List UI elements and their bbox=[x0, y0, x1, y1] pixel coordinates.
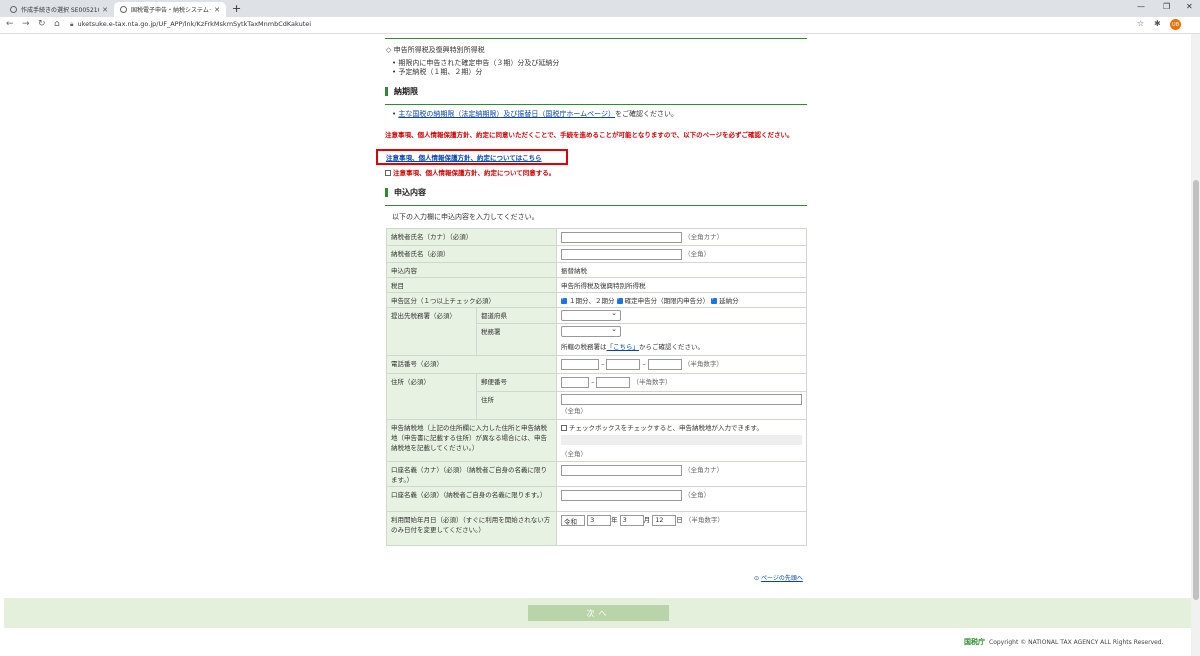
forward-icon[interactable]: → bbox=[22, 19, 30, 29]
phone-input-1[interactable] bbox=[561, 358, 599, 370]
row-tax-item: 税目 申告所得税及復興特別所得税 bbox=[386, 277, 807, 293]
minimize-icon[interactable]: — bbox=[1137, 2, 1145, 11]
row-acct: 口座名義（必須）（納税者ご自身の名義に限ります。） （全角） bbox=[386, 486, 807, 512]
tax-place-input bbox=[561, 435, 802, 445]
reload-icon[interactable]: ↻ bbox=[38, 19, 46, 29]
url-field[interactable]: 🔒︎ uketsuke.e-tax.nta.go.jp/UF_APP/lnk/Kz… bbox=[70, 20, 311, 29]
phone-input-3[interactable] bbox=[647, 358, 682, 370]
divider bbox=[385, 104, 807, 105]
prefecture-select[interactable] bbox=[561, 309, 621, 321]
next-button[interactable]: 次へ bbox=[528, 605, 669, 621]
bullet-2: • 予定納税（１期、２期）分 bbox=[392, 68, 483, 76]
row-phone: 電話番号（必須） – – （半角数字） bbox=[386, 355, 807, 374]
back-icon[interactable]: ← bbox=[6, 19, 14, 29]
browser-tab-2[interactable]: 国税電子申告・納税システム－SUP✕ bbox=[114, 2, 226, 17]
postal-input-2[interactable] bbox=[596, 376, 631, 388]
browser-tab-1[interactable]: 作成手続きの選択 SE005210 国税✕ bbox=[4, 2, 114, 17]
tax-item-line: ◇ 申告所得税及復興特別所得税 bbox=[386, 46, 485, 54]
scrollbar-thumb[interactable] bbox=[1193, 180, 1199, 600]
postal-input-1[interactable] bbox=[561, 376, 589, 388]
row-kana-name: 納税者氏名（カナ）（必須） （全角カナ） bbox=[386, 228, 807, 246]
address-bar: ← → ↻ ⌂ 🔒︎ uketsuke.e-tax.nta.go.jp/UF_AP… bbox=[0, 17, 1200, 34]
address-input[interactable] bbox=[561, 394, 802, 405]
notice-link[interactable]: 注意事項、個人情報保護方針、約定についてはこちら bbox=[386, 152, 542, 162]
name-input[interactable] bbox=[561, 248, 682, 260]
row-content: 申込内容 振替納税 bbox=[386, 262, 807, 278]
instruction: 以下の入力欄に申込内容を入力してください。 bbox=[392, 213, 539, 221]
row-tax-place: 申告納税地（上記の住所欄に入力した住所と申告納税地（申告書に記載する住所）が異な… bbox=[386, 419, 807, 462]
close-window-icon[interactable]: ✕ bbox=[1186, 2, 1193, 11]
office-lookup-link[interactable]: 「こちら」 bbox=[607, 343, 640, 351]
application-form: 納税者氏名（カナ）（必須） （全角カナ） 納税者氏名（必須） （全角） 申込内容… bbox=[386, 228, 807, 546]
tab-bar: 作成手続きの選択 SE005210 国税✕ 国税電子申告・納税システム－SUP✕… bbox=[0, 0, 1200, 17]
extensions-icon[interactable]: ✱ bbox=[1154, 19, 1161, 28]
category-checkbox-2[interactable] bbox=[616, 296, 623, 304]
globe-icon bbox=[120, 6, 127, 13]
row-category: 申告区分（１つ以上チェック必須） １期分、２期分 確定申告分（期限内申告分） 延… bbox=[386, 292, 807, 308]
divider bbox=[385, 38, 807, 39]
era-select[interactable]: 令和 bbox=[561, 514, 585, 526]
notice-text: 注意事項、個人情報保護方針、約定に同意いただくことで、手続を進めることが可能とな… bbox=[385, 131, 794, 139]
copyright: 国税庁 Copyright © NATIONAL TAX AGENCY ALL R… bbox=[964, 638, 1164, 646]
close-tab-icon[interactable]: ✕ bbox=[214, 6, 220, 14]
kana-name-input[interactable] bbox=[561, 231, 682, 243]
row-postal: 住所（必須） 郵便番号 – （半角数字） bbox=[386, 373, 807, 420]
agree-checkbox-row[interactable]: 注意事項、個人情報保護方針、約定について同意する。 bbox=[385, 167, 555, 177]
nta-logo: 国税庁 bbox=[964, 638, 985, 646]
deadline-link[interactable]: 主な国税の納期限（法定納期限）及び振替日（国税庁ホームページ） bbox=[398, 110, 615, 118]
account-name-input[interactable] bbox=[561, 489, 682, 501]
star-icon[interactable]: ☆ bbox=[1137, 19, 1144, 28]
row-name: 納税者氏名（必須） （全角） bbox=[386, 245, 807, 263]
deadline-heading: 納期限 bbox=[385, 87, 418, 96]
avatar[interactable]: UB bbox=[1170, 19, 1181, 30]
divider bbox=[385, 205, 807, 206]
row-office-pref: 提出先税務署（必須） 都道府県 bbox=[386, 307, 807, 356]
arrow-up-icon: ⊙ bbox=[754, 575, 760, 582]
year-input[interactable]: 3 bbox=[587, 514, 612, 526]
new-tab-icon[interactable]: + bbox=[232, 2, 241, 15]
lock-icon: 🔒︎ bbox=[70, 20, 74, 28]
account-kana-input[interactable] bbox=[561, 464, 682, 476]
page-top-link[interactable]: ⊙ ページの先頭へ bbox=[754, 573, 803, 582]
category-checkbox-3[interactable] bbox=[711, 296, 718, 304]
home-icon[interactable]: ⌂ bbox=[54, 19, 60, 29]
agree-checkbox[interactable] bbox=[385, 170, 391, 176]
row-start-date: 利用開始年月日（必須）（すぐに利用を開始されない方のみ日付を変更してください。）… bbox=[386, 511, 807, 546]
application-heading: 申込内容 bbox=[385, 188, 426, 197]
globe-icon bbox=[10, 6, 17, 13]
tax-place-checkbox[interactable] bbox=[561, 425, 567, 431]
deadline-item: • 主な国税の納期限（法定納期限）及び振替日（国税庁ホームページ）をご確認くださ… bbox=[392, 110, 679, 118]
row-acct-kana: 口座名義（カナ）（必須）（納税者ご自身の名義に限ります。） （全角カナ） bbox=[386, 461, 807, 487]
category-checkbox-1[interactable] bbox=[561, 296, 567, 304]
close-tab-icon[interactable]: ✕ bbox=[102, 6, 108, 14]
day-input[interactable]: 12 bbox=[652, 514, 677, 526]
phone-input-2[interactable] bbox=[606, 358, 641, 370]
restore-icon[interactable]: ❐ bbox=[1163, 2, 1170, 11]
month-input[interactable]: 3 bbox=[619, 514, 644, 526]
tax-office-select[interactable] bbox=[561, 325, 621, 337]
